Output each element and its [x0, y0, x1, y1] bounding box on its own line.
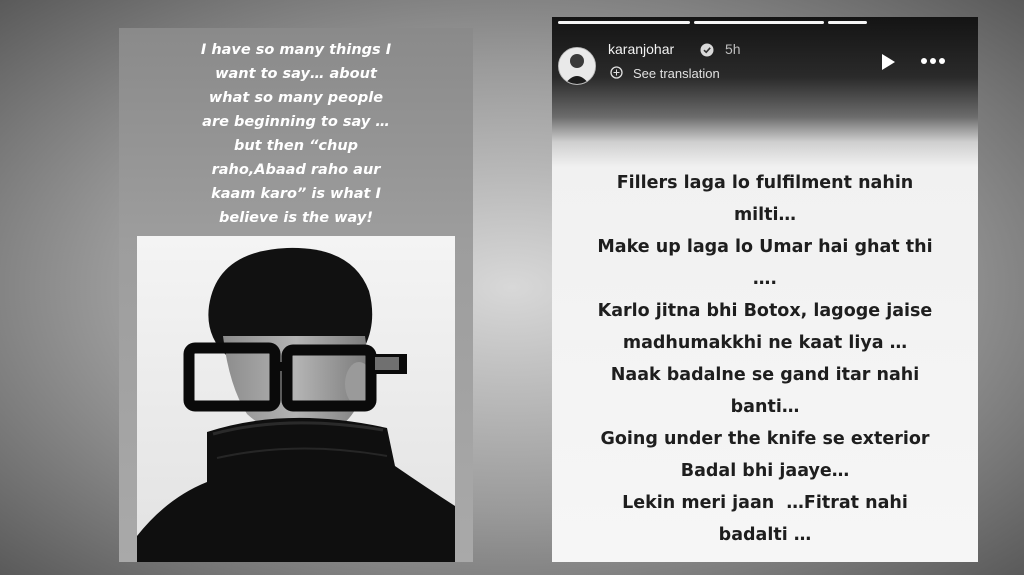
story-progress-3	[828, 21, 867, 24]
story-line: badalti …	[718, 525, 812, 545]
story-line: Naak badalne se gand itar nahi	[610, 365, 920, 385]
username[interactable]: karanjohar	[608, 41, 674, 57]
story-line: banti…	[730, 397, 800, 417]
portrait-photo	[137, 236, 455, 562]
avatar-image	[559, 48, 595, 84]
story-line: ….	[752, 269, 778, 289]
story-line: milti…	[733, 205, 797, 225]
story-line: Badal bhi jaaye…	[680, 461, 850, 481]
story-text: Fillers laga lo fulfilment nahin milti… …	[552, 167, 978, 551]
verified-badge-icon	[700, 43, 714, 57]
translate-icon	[610, 66, 623, 79]
post-time: 5h	[725, 41, 741, 57]
story-progress-1	[558, 21, 690, 24]
right-story-panel[interactable]: karanjohar 5h See translation Fillers la…	[552, 17, 978, 562]
story-line: Make up laga lo Umar hai ghat thi	[597, 237, 933, 257]
story-progress-2	[694, 21, 824, 24]
story-line: madhumakkhi ne kaat liya …	[622, 333, 908, 353]
story-line: Fillers laga lo fulfilment nahin	[616, 173, 914, 193]
play-icon[interactable]	[876, 51, 898, 73]
story-line: Karlo jitna bhi Botox, lagoge jaise	[597, 301, 933, 321]
avatar[interactable]	[558, 47, 596, 85]
left-story-panel: I have so many things I want to say… abo…	[119, 28, 473, 562]
see-translation-link[interactable]: See translation	[633, 66, 720, 81]
portrait-illustration	[137, 236, 455, 562]
story-line: Lekin meri jaan …Fitrat nahi	[622, 493, 908, 513]
more-icon[interactable]	[918, 53, 948, 69]
story-caption: I have so many things I want to say… abo…	[200, 42, 392, 226]
story-line: Going under the knife se exterior	[600, 429, 930, 449]
